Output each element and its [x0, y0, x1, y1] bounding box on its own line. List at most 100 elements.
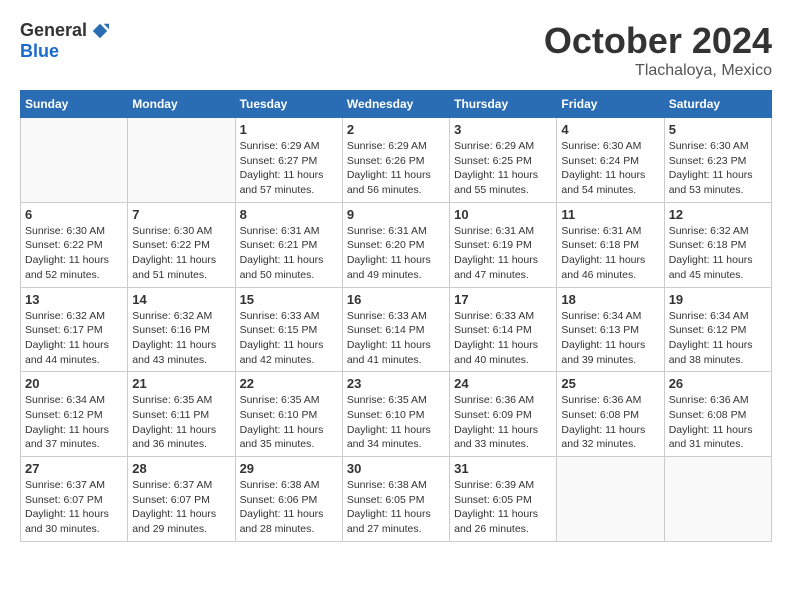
calendar-week-row: 1Sunrise: 6:29 AM Sunset: 6:27 PM Daylig…	[21, 118, 772, 203]
day-info: Sunrise: 6:31 AM Sunset: 6:19 PM Dayligh…	[454, 224, 552, 283]
day-info: Sunrise: 6:33 AM Sunset: 6:14 PM Dayligh…	[347, 309, 445, 368]
calendar-cell	[21, 118, 128, 203]
day-info: Sunrise: 6:29 AM Sunset: 6:26 PM Dayligh…	[347, 139, 445, 198]
calendar-week-row: 27 Sunrise: 6:37 AM Sunset: 6:07 PM Dayli…	[21, 457, 772, 542]
calendar-cell: 20 Sunrise: 6:34 AM Sunset: 6:12 PM Dayli…	[21, 372, 128, 457]
calendar-cell: 6 Sunrise: 6:30 AM Sunset: 6:22 PM Daylig…	[21, 202, 128, 287]
day-number: 15	[240, 292, 338, 307]
calendar-week-row: 13 Sunrise: 6:32 AM Sunset: 6:17 PM Dayli…	[21, 287, 772, 372]
weekday-header: Tuesday	[235, 91, 342, 118]
day-number: 28	[132, 461, 230, 476]
page-header: General Blue October 2024 Tlachaloya, Me…	[20, 20, 772, 80]
day-number: 22	[240, 376, 338, 391]
day-info: Sunrise: 6:34 AM Sunset: 6:12 PM Dayligh…	[669, 309, 767, 368]
logo-icon	[91, 22, 109, 40]
day-number: 5	[669, 122, 767, 137]
calendar-cell: 22 Sunrise: 6:35 AM Sunset: 6:10 PM Dayli…	[235, 372, 342, 457]
day-number: 27	[25, 461, 123, 476]
calendar-week-row: 20 Sunrise: 6:34 AM Sunset: 6:12 PM Dayli…	[21, 372, 772, 457]
day-info: Sunrise: 6:39 AM Sunset: 6:05 PM Dayligh…	[454, 478, 552, 537]
day-number: 13	[25, 292, 123, 307]
day-info: Sunrise: 6:34 AM Sunset: 6:12 PM Dayligh…	[25, 393, 123, 452]
day-info: Sunrise: 6:34 AM Sunset: 6:13 PM Dayligh…	[561, 309, 659, 368]
weekday-header: Monday	[128, 91, 235, 118]
calendar-cell: 25 Sunrise: 6:36 AM Sunset: 6:08 PM Dayli…	[557, 372, 664, 457]
day-info: Sunrise: 6:35 AM Sunset: 6:10 PM Dayligh…	[347, 393, 445, 452]
day-number: 25	[561, 376, 659, 391]
day-info: Sunrise: 6:29 AM Sunset: 6:25 PM Dayligh…	[454, 139, 552, 198]
day-number: 6	[25, 207, 123, 222]
logo-blue-text: Blue	[20, 41, 59, 61]
calendar-cell: 17Sunrise: 6:33 AM Sunset: 6:14 PM Dayli…	[450, 287, 557, 372]
day-number: 26	[669, 376, 767, 391]
calendar-cell: 14 Sunrise: 6:32 AM Sunset: 6:16 PM Dayli…	[128, 287, 235, 372]
day-info: Sunrise: 6:36 AM Sunset: 6:08 PM Dayligh…	[669, 393, 767, 452]
day-number: 19	[669, 292, 767, 307]
day-info: Sunrise: 6:31 AM Sunset: 6:21 PM Dayligh…	[240, 224, 338, 283]
day-info: Sunrise: 6:36 AM Sunset: 6:09 PM Dayligh…	[454, 393, 552, 452]
calendar-cell: 5Sunrise: 6:30 AM Sunset: 6:23 PM Daylig…	[664, 118, 771, 203]
weekday-header-row: SundayMondayTuesdayWednesdayThursdayFrid…	[21, 91, 772, 118]
day-info: Sunrise: 6:37 AM Sunset: 6:07 PM Dayligh…	[25, 478, 123, 537]
day-info: Sunrise: 6:30 AM Sunset: 6:24 PM Dayligh…	[561, 139, 659, 198]
day-info: Sunrise: 6:30 AM Sunset: 6:22 PM Dayligh…	[25, 224, 123, 283]
calendar-cell: 4 Sunrise: 6:30 AM Sunset: 6:24 PM Daylig…	[557, 118, 664, 203]
day-info: Sunrise: 6:32 AM Sunset: 6:17 PM Dayligh…	[25, 309, 123, 368]
day-number: 21	[132, 376, 230, 391]
day-info: Sunrise: 6:37 AM Sunset: 6:07 PM Dayligh…	[132, 478, 230, 537]
calendar-cell: 21 Sunrise: 6:35 AM Sunset: 6:11 PM Dayli…	[128, 372, 235, 457]
calendar-cell: 30Sunrise: 6:38 AM Sunset: 6:05 PM Dayli…	[342, 457, 449, 542]
calendar-cell: 15Sunrise: 6:33 AM Sunset: 6:15 PM Dayli…	[235, 287, 342, 372]
day-info: Sunrise: 6:31 AM Sunset: 6:20 PM Dayligh…	[347, 224, 445, 283]
calendar-cell: 1Sunrise: 6:29 AM Sunset: 6:27 PM Daylig…	[235, 118, 342, 203]
calendar-week-row: 6 Sunrise: 6:30 AM Sunset: 6:22 PM Daylig…	[21, 202, 772, 287]
day-info: Sunrise: 6:33 AM Sunset: 6:14 PM Dayligh…	[454, 309, 552, 368]
calendar-cell: 31 Sunrise: 6:39 AM Sunset: 6:05 PM Dayli…	[450, 457, 557, 542]
month-title: October 2024	[544, 20, 772, 62]
weekday-header: Thursday	[450, 91, 557, 118]
calendar-cell: 9 Sunrise: 6:31 AM Sunset: 6:20 PM Daylig…	[342, 202, 449, 287]
calendar-cell: 28 Sunrise: 6:37 AM Sunset: 6:07 PM Dayli…	[128, 457, 235, 542]
day-info: Sunrise: 6:35 AM Sunset: 6:11 PM Dayligh…	[132, 393, 230, 452]
calendar-cell: 29Sunrise: 6:38 AM Sunset: 6:06 PM Dayli…	[235, 457, 342, 542]
logo-general-text: General	[20, 20, 87, 41]
day-info: Sunrise: 6:32 AM Sunset: 6:18 PM Dayligh…	[669, 224, 767, 283]
calendar-cell: 24 Sunrise: 6:36 AM Sunset: 6:09 PM Dayli…	[450, 372, 557, 457]
day-info: Sunrise: 6:36 AM Sunset: 6:08 PM Dayligh…	[561, 393, 659, 452]
day-number: 18	[561, 292, 659, 307]
calendar-cell: 7Sunrise: 6:30 AM Sunset: 6:22 PM Daylig…	[128, 202, 235, 287]
calendar-cell	[664, 457, 771, 542]
day-info: Sunrise: 6:38 AM Sunset: 6:05 PM Dayligh…	[347, 478, 445, 537]
calendar-cell: 2 Sunrise: 6:29 AM Sunset: 6:26 PM Daylig…	[342, 118, 449, 203]
day-number: 11	[561, 207, 659, 222]
calendar-cell: 16 Sunrise: 6:33 AM Sunset: 6:14 PM Dayli…	[342, 287, 449, 372]
day-number: 3	[454, 122, 552, 137]
day-info: Sunrise: 6:35 AM Sunset: 6:10 PM Dayligh…	[240, 393, 338, 452]
day-number: 9	[347, 207, 445, 222]
calendar-cell: 11 Sunrise: 6:31 AM Sunset: 6:18 PM Dayli…	[557, 202, 664, 287]
day-number: 20	[25, 376, 123, 391]
day-number: 12	[669, 207, 767, 222]
weekday-header: Friday	[557, 91, 664, 118]
calendar-cell: 10 Sunrise: 6:31 AM Sunset: 6:19 PM Dayli…	[450, 202, 557, 287]
day-info: Sunrise: 6:32 AM Sunset: 6:16 PM Dayligh…	[132, 309, 230, 368]
calendar-cell	[128, 118, 235, 203]
day-number: 8	[240, 207, 338, 222]
day-number: 16	[347, 292, 445, 307]
calendar-cell: 12 Sunrise: 6:32 AM Sunset: 6:18 PM Dayli…	[664, 202, 771, 287]
calendar-cell: 26 Sunrise: 6:36 AM Sunset: 6:08 PM Dayli…	[664, 372, 771, 457]
calendar-cell: 27 Sunrise: 6:37 AM Sunset: 6:07 PM Dayli…	[21, 457, 128, 542]
day-number: 24	[454, 376, 552, 391]
day-number: 4	[561, 122, 659, 137]
title-block: October 2024 Tlachaloya, Mexico	[544, 20, 772, 80]
logo: General Blue	[20, 20, 109, 62]
weekday-header: Saturday	[664, 91, 771, 118]
day-info: Sunrise: 6:31 AM Sunset: 6:18 PM Dayligh…	[561, 224, 659, 283]
calendar-cell: 18 Sunrise: 6:34 AM Sunset: 6:13 PM Dayli…	[557, 287, 664, 372]
calendar-cell: 3 Sunrise: 6:29 AM Sunset: 6:25 PM Daylig…	[450, 118, 557, 203]
day-number: 10	[454, 207, 552, 222]
day-number: 2	[347, 122, 445, 137]
calendar-cell: 8 Sunrise: 6:31 AM Sunset: 6:21 PM Daylig…	[235, 202, 342, 287]
day-number: 31	[454, 461, 552, 476]
day-number: 14	[132, 292, 230, 307]
